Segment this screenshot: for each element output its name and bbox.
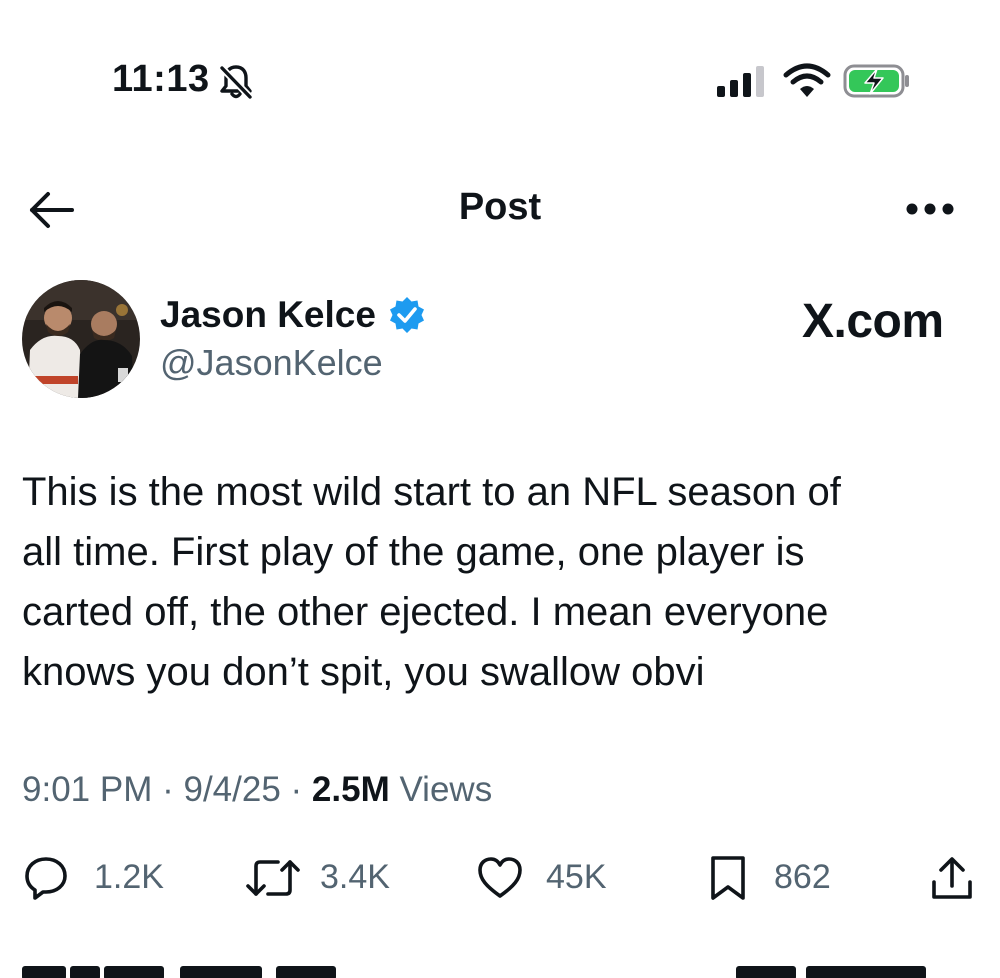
post-date[interactable]: 9/4/25 [183,770,280,809]
verified-badge-icon [390,297,424,333]
post-meta: 9:01 PM · 9/4/25 · 2.5M Views [22,770,492,810]
post-text: This is the most wild start to an NFL se… [22,470,841,694]
reply-icon[interactable] [22,854,70,902]
bell-slash-icon [219,65,253,100]
wifi-icon [783,63,831,97]
reply-count: 1.2K [94,858,164,896]
separator-dot: · [290,770,303,809]
bookmark-count: 862 [774,858,831,896]
battery-charging-icon [843,64,909,98]
more-horizontal-icon[interactable] [904,196,956,222]
views-label: Views [399,770,493,809]
author-name[interactable]: Jason Kelce [160,294,376,336]
like-count: 45K [546,858,607,896]
brand-watermark: X.com [802,295,944,348]
bookmark-icon[interactable] [704,854,752,902]
share-icon[interactable] [928,854,976,902]
author-handle[interactable]: @JasonKelce [160,342,383,384]
repost-count: 3.4K [320,858,390,896]
page-title: Post [458,186,542,228]
avatar[interactable] [22,280,140,398]
clipped-next-row [22,958,982,978]
status-time: 11:13 [112,58,210,100]
heart-icon[interactable] [476,854,524,902]
repost-icon[interactable] [246,854,300,902]
post-time[interactable]: 9:01 PM [22,770,152,809]
views-count: 2.5M [311,770,390,809]
separator-dot: · [162,770,174,809]
cellular-signal-icon [717,66,764,97]
